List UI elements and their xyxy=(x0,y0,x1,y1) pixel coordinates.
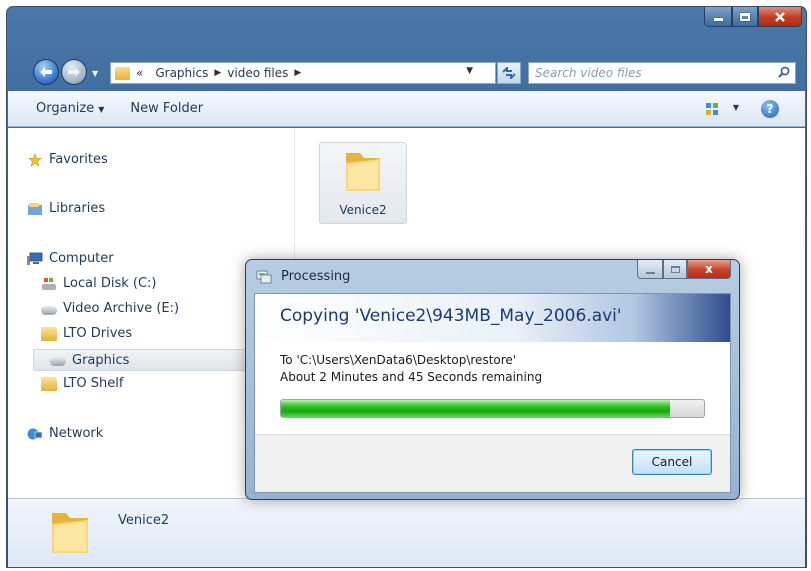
breadcrumb-video-files[interactable]: video files xyxy=(227,66,288,80)
chevron-down-icon: ▼ xyxy=(98,105,105,114)
details-item-name: Venice2 xyxy=(118,513,170,528)
folder-item-venice2[interactable]: Venice2 xyxy=(319,142,407,224)
progress-bar xyxy=(280,399,705,418)
nav-item-video-archive[interactable]: Video Archive (E:) xyxy=(41,301,179,316)
forward-button[interactable] xyxy=(61,59,87,85)
address-overflow[interactable]: « xyxy=(136,66,143,80)
view-options-dropdown-icon[interactable]: ▼ xyxy=(733,103,739,112)
new-folder-button[interactable]: New Folder xyxy=(130,101,203,116)
nav-label: Network xyxy=(49,426,104,441)
nav-label: Libraries xyxy=(49,201,106,216)
maximize-icon xyxy=(740,12,750,21)
nav-label: Favorites xyxy=(49,152,108,167)
close-icon xyxy=(775,11,785,22)
folder-icon xyxy=(41,326,57,341)
copy-heading: Copying 'Venice2\943MB_May_2006.avi' xyxy=(280,306,622,326)
breadcrumb-graphics[interactable]: Graphics xyxy=(155,66,208,80)
nav-label: Video Archive (E:) xyxy=(63,301,180,316)
progress-dialog: Processing x Copying 'Venice2\943MB_May_… xyxy=(245,259,740,500)
address-dropdown-icon[interactable]: ▼ xyxy=(466,66,473,76)
folder-icon xyxy=(115,66,130,80)
nav-item-computer[interactable]: Computer xyxy=(27,251,114,266)
copy-progress-icon xyxy=(256,270,272,284)
details-pane: Venice2 xyxy=(8,498,805,567)
dialog-body: Copying 'Venice2\943MB_May_2006.avi' To … xyxy=(254,293,731,493)
nav-label: Computer xyxy=(49,251,114,266)
dialog-close-button[interactable]: x xyxy=(687,260,731,279)
nav-item-lto-shelf[interactable]: LTO Shelf xyxy=(41,376,123,391)
search-placeholder[interactable]: Search video files xyxy=(535,66,642,80)
cancel-button[interactable]: Cancel xyxy=(632,449,712,475)
address-bar[interactable]: « Graphics ▶ video files ▶ ▼ xyxy=(110,62,496,84)
folder-icon xyxy=(346,153,380,191)
nav-item-lto-drives[interactable]: LTO Drives xyxy=(41,326,132,341)
network-icon xyxy=(27,428,43,439)
nav-label: Graphics xyxy=(72,352,130,368)
star-icon xyxy=(28,152,42,167)
folder-icon xyxy=(41,376,57,391)
minimize-icon xyxy=(713,18,723,21)
dialog-footer: Cancel xyxy=(255,434,730,492)
help-icon[interactable]: ? xyxy=(761,100,779,118)
computer-icon xyxy=(27,252,43,265)
time-remaining: About 2 Minutes and 45 Seconds remaining xyxy=(280,370,543,384)
refresh-icon xyxy=(502,67,516,79)
back-button[interactable] xyxy=(33,59,59,85)
nav-label: Local Disk (C:) xyxy=(63,276,157,291)
recent-pages-dropdown[interactable]: ▼ xyxy=(92,69,98,78)
nav-item-libraries[interactable]: Libraries xyxy=(27,201,105,216)
libraries-icon xyxy=(28,202,42,215)
organize-button[interactable]: Organize ▼ xyxy=(36,101,104,116)
close-button[interactable] xyxy=(758,7,802,27)
forward-arrow-icon xyxy=(68,67,80,77)
refresh-button[interactable] xyxy=(497,62,521,84)
nav-item-network[interactable]: Network xyxy=(27,426,103,441)
drive-icon xyxy=(50,357,66,366)
command-bar: Organize ▼ New Folder ▼ ? xyxy=(8,91,805,127)
breadcrumb-separator-icon[interactable]: ▶ xyxy=(214,68,221,78)
dialog-minimize-button[interactable] xyxy=(637,260,663,279)
search-icon[interactable] xyxy=(778,66,790,78)
folder-name: Venice2 xyxy=(339,203,387,217)
window-controls xyxy=(704,7,802,29)
dialog-maximize-button[interactable] xyxy=(663,260,687,279)
dialog-window-controls: x xyxy=(637,260,731,279)
copy-destination: To 'C:\Users\XenData6\Desktop\restore' xyxy=(280,353,517,367)
local-disk-icon xyxy=(42,277,56,290)
minimize-button[interactable] xyxy=(704,7,732,27)
folder-icon xyxy=(52,513,88,553)
navigation-row: ▼ « Graphics ▶ video files ▶ ▼ Search vi… xyxy=(7,55,806,89)
nav-item-local-disk[interactable]: Local Disk (C:) xyxy=(41,276,156,291)
search-box[interactable]: Search video files xyxy=(528,62,796,84)
nav-item-favorites[interactable]: Favorites xyxy=(27,152,108,167)
dialog-header: Copying 'Venice2\943MB_May_2006.avi' xyxy=(255,294,730,342)
nav-label: LTO Shelf xyxy=(63,376,124,391)
close-icon: x xyxy=(705,262,713,276)
maximize-button[interactable] xyxy=(732,7,758,27)
nav-label: LTO Drives xyxy=(63,326,133,341)
change-view-icon[interactable] xyxy=(705,102,719,116)
breadcrumb-separator-icon[interactable]: ▶ xyxy=(294,68,301,78)
maximize-icon xyxy=(670,265,680,273)
minimize-icon xyxy=(645,271,655,274)
drive-icon xyxy=(41,305,57,315)
dialog-title: Processing xyxy=(281,269,351,284)
progress-bar-fill xyxy=(281,400,671,417)
organize-label: Organize xyxy=(36,101,95,116)
back-arrow-icon xyxy=(40,67,52,77)
